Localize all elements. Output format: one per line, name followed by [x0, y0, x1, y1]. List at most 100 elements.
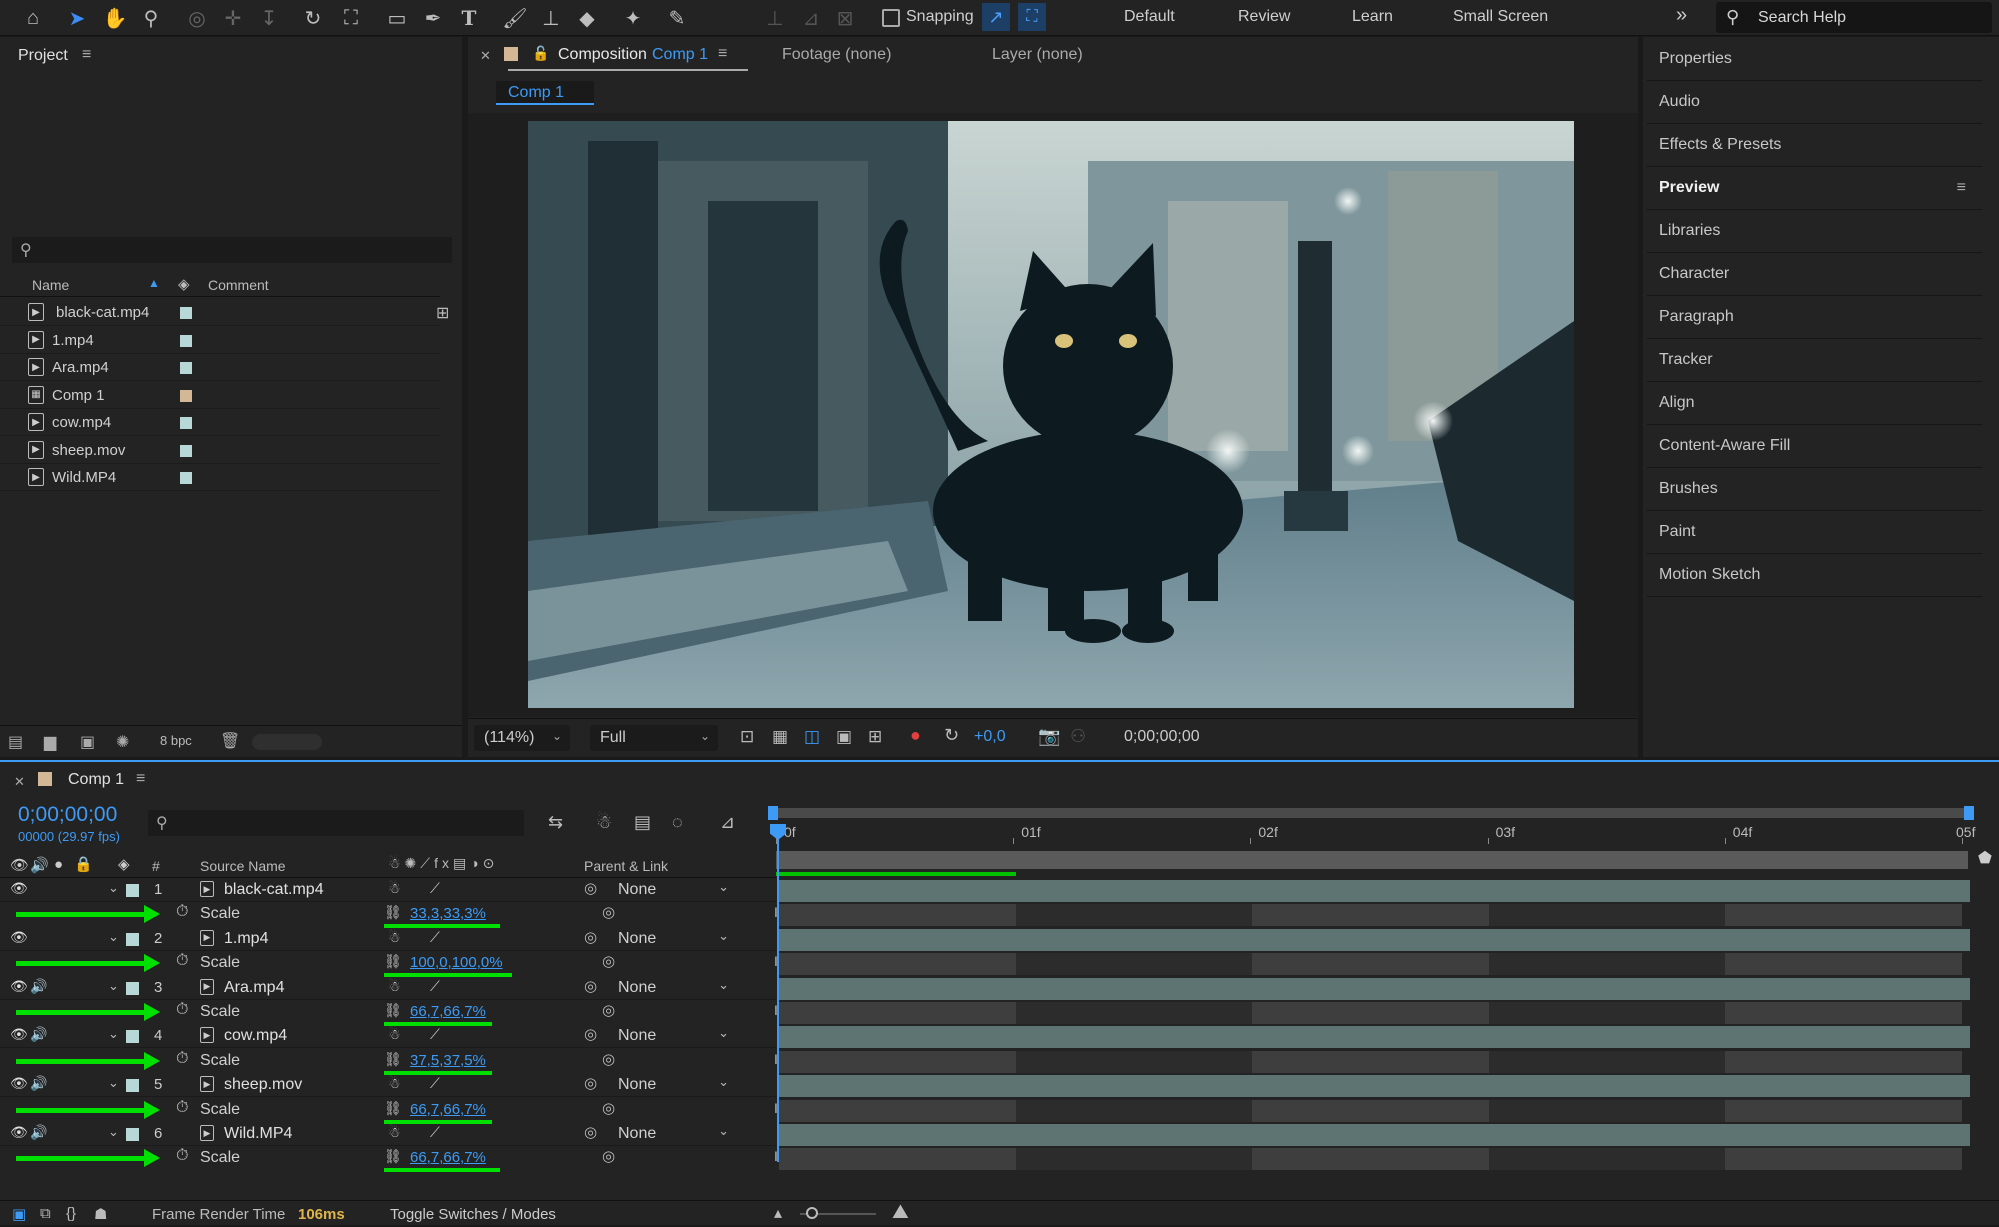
layer-tab[interactable]: Layer (none)	[992, 46, 1083, 64]
panel-menu-icon[interactable]: ≡	[1957, 179, 1966, 197]
pick-whip-icon[interactable]: ◎	[584, 1123, 597, 1141]
scale-value[interactable]: 100,0,100,0%	[410, 954, 503, 971]
panel-libraries[interactable]: Libraries	[1647, 210, 1982, 253]
label-color-swatch[interactable]	[180, 362, 192, 374]
home-icon[interactable]: ⌂	[18, 4, 48, 32]
speaker-icon[interactable]: 🔊	[30, 1124, 47, 1141]
layer-name[interactable]: cow.mp4	[224, 1027, 287, 1045]
panel-properties[interactable]: Properties	[1647, 38, 1982, 81]
constrain-proportions-icon[interactable]: ⛓	[384, 904, 402, 921]
hand-tool-icon[interactable]: ✋	[100, 4, 130, 32]
sort-ascending-icon[interactable]: ▲	[148, 276, 160, 290]
shy-switch-icon[interactable]: ☃	[388, 929, 401, 946]
panel-align[interactable]: Align	[1647, 382, 1982, 425]
footage-tab[interactable]: Footage (none)	[782, 46, 891, 64]
layer-duration-bar[interactable]	[779, 1026, 1970, 1049]
quality-switch-icon[interactable]: ⟋	[430, 1124, 440, 1141]
thumbnail-slider[interactable]	[252, 734, 322, 750]
panel-content-aware-fill[interactable]: Content-Aware Fill	[1647, 425, 1982, 468]
layer-duration-bar[interactable]	[779, 1124, 1970, 1146]
show-snapshot-icon[interactable]: ⚇	[1070, 726, 1086, 747]
pick-whip-icon[interactable]: ◎	[584, 977, 597, 995]
pick-whip-icon[interactable]: ◎	[584, 1074, 597, 1092]
pick-whip-icon[interactable]: ◎	[584, 879, 597, 897]
constrain-proportions-icon[interactable]: ⛓	[384, 1148, 402, 1165]
comp-marker-bin-icon[interactable]: ⬟	[1978, 848, 1992, 868]
pan-tool-icon[interactable]: ✛	[218, 4, 248, 32]
time-ruler[interactable]: 0f 01f 02f 03f 04f 05f	[772, 822, 1975, 844]
orbit-tool-icon[interactable]: ◎	[182, 4, 212, 32]
interpret-footage-icon[interactable]: ▤	[8, 732, 23, 752]
zoom-in-mountain-icon[interactable]: ⛰	[892, 1201, 909, 1224]
snapshot-camera-icon[interactable]: 📷	[1038, 726, 1060, 747]
panel-character[interactable]: Character	[1647, 253, 1982, 296]
in-out-toggle-icon[interactable]: {}	[66, 1205, 76, 1222]
quality-switch-icon[interactable]: ⟋	[430, 929, 440, 946]
panel-paragraph[interactable]: Paragraph	[1647, 296, 1982, 339]
fast-previews-icon[interactable]: ⊡	[740, 727, 754, 747]
project-item[interactable]: ▶ 1.mp4	[0, 327, 440, 354]
type-tool-icon[interactable]: T	[454, 4, 484, 32]
panel-paint[interactable]: Paint	[1647, 511, 1982, 554]
twirl-down-icon[interactable]: ⌄	[108, 929, 119, 945]
project-item[interactable]: ▶ cow.mp4	[0, 409, 440, 436]
scale-value[interactable]: 33,3,33,3%	[410, 905, 486, 922]
rectangle-tool-icon[interactable]: ▭	[382, 4, 412, 32]
composition-tab-label[interactable]: Composition	[558, 46, 647, 64]
panel-preview[interactable]: Preview ≡	[1647, 167, 1982, 210]
speaker-icon[interactable]: 🔊	[30, 1075, 47, 1092]
scale-value[interactable]: 66,7,66,7%	[410, 1003, 486, 1020]
panel-menu-icon[interactable]: ≡	[718, 45, 727, 63]
twirl-down-icon[interactable]: ⌄	[108, 978, 119, 994]
more-workspaces-icon[interactable]: »	[1676, 4, 1687, 27]
eraser-tool-icon[interactable]: ◆	[572, 4, 602, 32]
project-item[interactable]: ▦ Comp 1	[0, 382, 440, 409]
panel-menu-icon[interactable]: ≡	[136, 770, 145, 788]
layer-duration-bar[interactable]	[779, 880, 1970, 902]
label-color-swatch[interactable]	[180, 389, 192, 402]
stopwatch-icon[interactable]: ⏱	[176, 952, 188, 970]
motion-blur-icon[interactable]: ◌	[672, 812, 683, 833]
frame-blending-icon[interactable]: ▤	[634, 812, 651, 833]
twirl-down-icon[interactable]: ⌄	[108, 1075, 119, 1091]
color-channels-icon[interactable]: ●	[910, 725, 921, 746]
pick-whip-icon[interactable]: ◎	[602, 903, 615, 921]
pick-whip-icon[interactable]: ◎	[602, 1099, 615, 1117]
column-name[interactable]: Name	[32, 277, 69, 293]
stopwatch-icon[interactable]: ⏱	[176, 1050, 188, 1068]
panel-brushes[interactable]: Brushes	[1647, 468, 1982, 511]
axis-view-icon[interactable]: ⊠	[830, 4, 860, 32]
layer-name[interactable]: Wild.MP4	[224, 1125, 292, 1143]
label-color-swatch[interactable]	[180, 417, 192, 429]
toggle-switches-modes-button[interactable]: Toggle Switches / Modes	[390, 1206, 556, 1223]
render-time-toggle-icon[interactable]: ☗	[94, 1205, 107, 1223]
panel-motion-sketch[interactable]: Motion Sketch	[1647, 554, 1982, 597]
layer-label-swatch[interactable]	[126, 884, 139, 897]
flowchart-icon[interactable]: ⊞	[436, 303, 449, 323]
graph-editor-icon[interactable]: ⊿	[720, 812, 735, 833]
snap-features-icon[interactable]: ⛶	[1018, 3, 1046, 31]
exposure-value[interactable]: +0,0	[974, 728, 1006, 746]
eye-icon[interactable]: 👁	[10, 1075, 28, 1092]
shy-switch-icon[interactable]: ☃	[388, 880, 401, 897]
eye-icon[interactable]: 👁	[10, 880, 28, 897]
constrain-proportions-icon[interactable]: ⛓	[384, 1100, 402, 1117]
scale-value[interactable]: 66,7,66,7%	[410, 1149, 486, 1166]
axis-world-icon[interactable]: ⊿	[796, 4, 826, 32]
constrain-proportions-icon[interactable]: ⛓	[384, 1002, 402, 1019]
layer-label-swatch[interactable]	[126, 1079, 139, 1093]
layer-duration-bar[interactable]	[779, 977, 1970, 1000]
transparency-grid-icon[interactable]: ▦	[772, 727, 788, 747]
constrain-proportions-icon[interactable]: ⛓	[384, 1051, 402, 1068]
label-color-swatch[interactable]	[180, 472, 192, 484]
snap-edges-icon[interactable]: ↗	[982, 3, 1010, 31]
reset-exposure-icon[interactable]: ↻	[944, 725, 959, 746]
comp-subtab[interactable]: Comp 1	[496, 81, 594, 105]
layer-label-swatch[interactable]	[126, 932, 139, 946]
grid-guides-icon[interactable]: ⊞	[868, 727, 882, 747]
timeline-zoom-thumb[interactable]	[806, 1207, 818, 1219]
stopwatch-icon[interactable]: ⏱	[176, 1147, 188, 1165]
selection-tool-icon[interactable]: ➤	[62, 4, 92, 32]
panel-tracker[interactable]: Tracker	[1647, 339, 1982, 382]
anchor-tool-icon[interactable]: ⛶	[336, 4, 366, 32]
